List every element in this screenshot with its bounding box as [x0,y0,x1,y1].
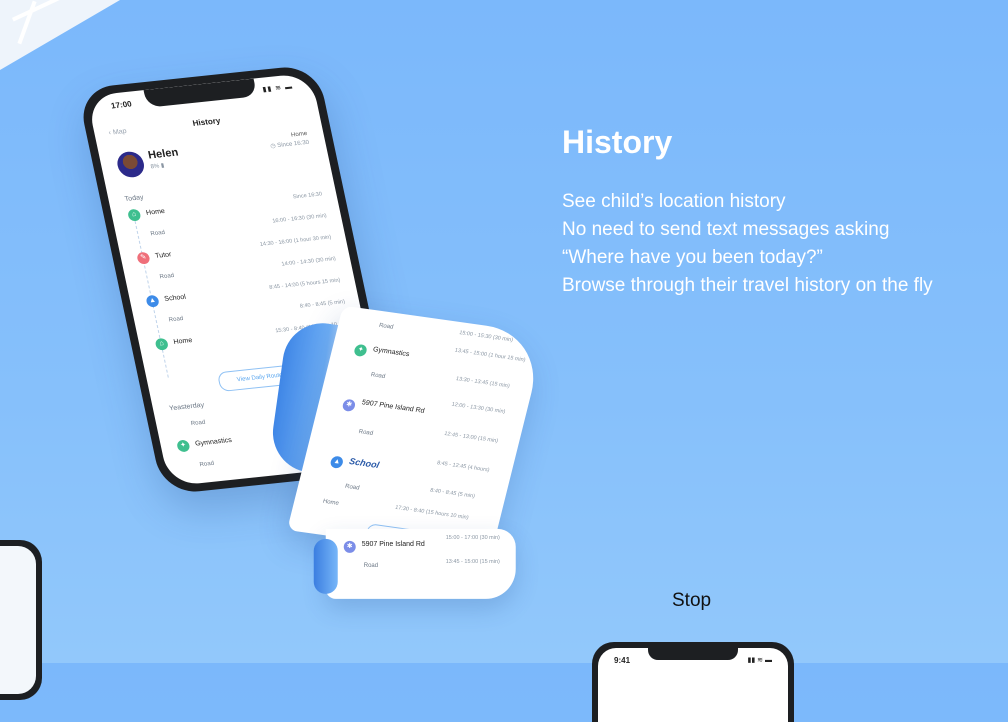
row-label: Home [145,207,166,217]
paper-row-label: Road [357,429,374,437]
phone-notch [648,648,738,660]
description-line: “Where have you been today?” [562,247,823,268]
paper-row-label: Home [322,498,340,507]
paper-row-time: 8:40 - 8:45 (5 min) [429,487,476,500]
gymnastics-icon: ✦ [353,343,368,358]
paper-row-label: Road [344,483,360,492]
paper-row-time: 17:30 - 8:40 (15 hours 10 min) [394,504,470,522]
row-label: Road [199,460,215,469]
paper-row-label: 5907 Pine Island Rd [361,540,425,548]
paper-row-time: 13:45 - 15:00 (1 hour 15 min) [454,347,527,364]
location-pin-icon: ✱ [341,398,357,413]
paper-row-label: 5907 Pine Island Rd [361,399,426,415]
paper-row-time: 15:00 - 17:00 (30 min) [445,534,500,541]
map-corner-decoration [0,0,120,70]
partial-phone-bottom: 9:41 ▮▮ ≋ ▬ [592,642,794,722]
description-line: See child’s location history [562,191,786,212]
row-label: Road [190,419,206,428]
phone-notch [143,78,258,108]
status-icons: ▮▮ ≋ ▬ [261,83,294,94]
description-line: No need to send text messages asking [562,219,890,240]
history-paper-curl: Road 15:00 - 15:30 (30 min) ✦ Gymnastics… [251,298,549,621]
child-avatar [114,150,147,179]
section-description: See child’s location history No need to … [562,188,933,300]
paper-row-time: 8:45 - 12:45 (4 hours) [436,460,491,474]
school-icon: ▲ [145,294,160,308]
paper-row-label: Road [370,372,386,381]
screen-title: History [191,116,222,128]
status-time: 9:41 [614,656,631,665]
location-pin-icon: ✱ [343,540,356,553]
row-label: Road [150,229,166,238]
paper-row-time: 12:00 - 13:30 (30 min) [450,401,506,416]
row-label: Gymnastics [194,436,233,448]
current-place: Home [290,131,308,139]
child-battery: 8% ▮ [150,163,166,171]
home-icon: ⌂ [154,337,169,351]
row-label: Home [172,337,194,346]
paper-row-label: School [348,456,381,471]
row-label: School [163,293,187,303]
paper-row-time: 13:30 - 13:45 (15 min) [455,376,511,390]
section-title: History [562,124,673,160]
paper-row-label: Road [378,322,394,331]
stop-label: Stop [672,590,712,611]
row-label: Tutor [154,251,173,260]
today-label: Today [124,194,145,204]
row-time: Since 16:30 [292,191,323,201]
row-label: Road [168,316,184,324]
paper-row-label: Gymnastics [372,346,411,359]
home-icon: ⌂ [127,208,142,222]
school-icon: ▲ [329,455,345,469]
row-time: 16:00 - 16:30 (30 min) [271,212,328,225]
partial-phone-left [0,540,42,700]
partial-phone-screen [0,546,36,694]
paper-row-time: 15:00 - 15:30 (30 min) [458,330,514,344]
current-since: ◷ Since 16:30 [269,139,310,150]
gymnastics-icon: ✦ [176,439,191,453]
description-line: Browse through their travel history on t… [562,275,933,296]
yesterday-label: Yeasterday [168,401,205,413]
tutor-icon: ✎ [136,251,151,265]
row-time: 14:30 - 16:00 (1 hour 30 min) [259,234,332,248]
paper-bottom-curl: ✱ 5907 Pine Island Rd 15:00 - 17:00 (30 … [325,528,516,599]
paper-row-label: Road [363,562,379,569]
partial-phone-screen: 9:41 ▮▮ ≋ ▬ [598,648,788,722]
row-time: 14:00 - 14:30 (30 min) [281,255,337,268]
status-time: 17:00 [110,99,133,111]
child-name: Helen [146,146,180,162]
row-time: 8:45 - 14:00 (5 hours 15 min) [268,277,342,291]
row-label: Road [159,272,175,281]
paper-row-time: 13:45 - 15:00 (15 min) [445,558,500,565]
paper-row-time: 12:45 - 13:00 (15 min) [443,430,499,445]
